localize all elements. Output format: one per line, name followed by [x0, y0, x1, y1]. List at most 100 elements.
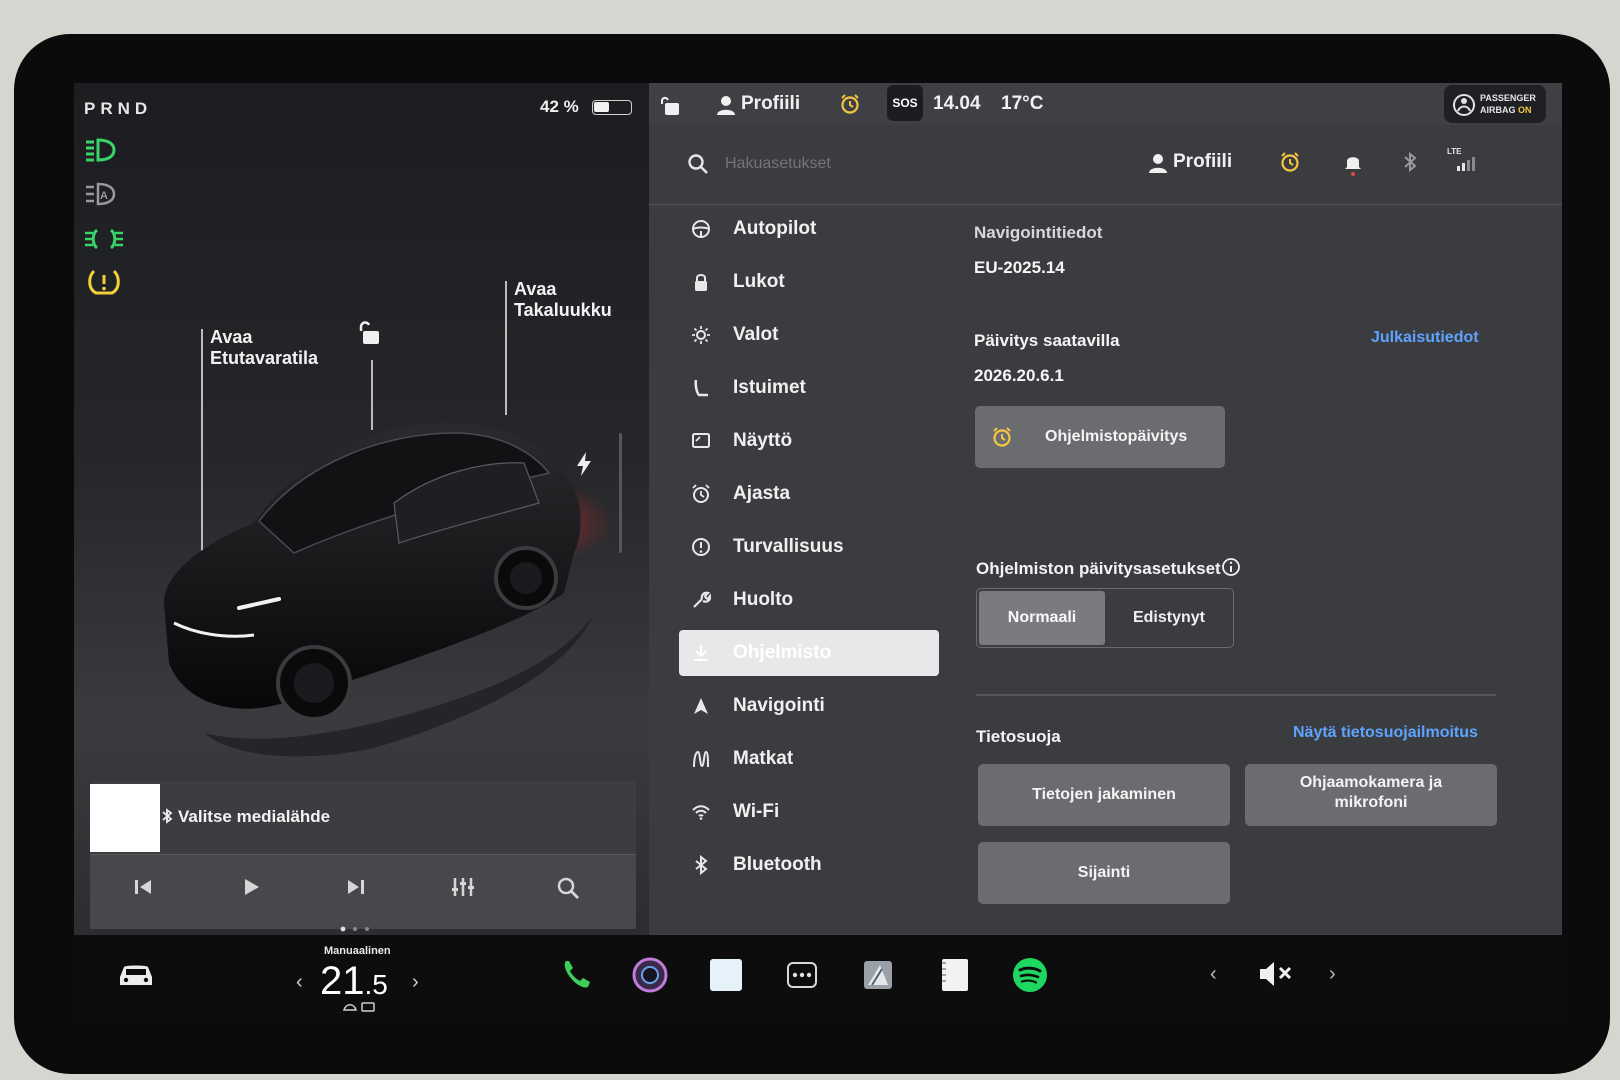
bluetooth-icon[interactable] — [1403, 151, 1417, 173]
wrench-icon — [691, 590, 711, 610]
wifi-icon — [691, 802, 711, 822]
software-update-button[interactable]: Ohjelmistopäivitys — [975, 406, 1225, 468]
climate-mode: Manuaalinen — [324, 945, 391, 957]
gear-indicator: PRND — [84, 99, 153, 118]
menu-item-locks[interactable]: Lukot — [679, 259, 939, 305]
volume-down-chevron-icon[interactable]: ‹ — [1210, 963, 1217, 986]
airbag-line1: PASSENGER — [1480, 93, 1536, 103]
menu-item-lights[interactable]: Valot — [679, 312, 939, 358]
menu-item-wifi[interactable]: Wi-Fi — [679, 789, 939, 835]
page-dots — [340, 926, 370, 932]
mute-icon[interactable] — [1256, 957, 1296, 997]
software-settings: Navigointitiedot EU-2025.14 Päivitys saa… — [949, 206, 1562, 935]
calendar-app-icon[interactable] — [934, 955, 974, 995]
alert-circle-icon — [691, 537, 711, 557]
profile-icon[interactable] — [1149, 153, 1167, 173]
seat-icon — [691, 378, 711, 398]
previous-track-icon[interactable] — [132, 876, 154, 898]
menu-item-service[interactable]: Huolto — [679, 577, 939, 623]
alarm-clock-icon[interactable] — [1279, 151, 1301, 173]
play-icon[interactable] — [240, 876, 262, 898]
media-player: Valitse medialähde — [90, 781, 636, 929]
search-icon[interactable] — [687, 153, 709, 175]
bluetooth-icon — [691, 855, 711, 875]
cabin-camera-button[interactable]: Ohjaamokamera ja mikrofoni — [1245, 764, 1497, 826]
menu-item-schedule[interactable]: Ajasta — [679, 471, 939, 517]
update-available-heading: Päivitys saatavilla — [974, 331, 1120, 350]
menu-item-bluetooth[interactable]: Bluetooth — [679, 842, 939, 888]
parking-lights-icon — [84, 226, 124, 252]
menu-item-display[interactable]: Näyttö — [679, 418, 939, 464]
car-icon[interactable] — [116, 961, 156, 1001]
menu-item-seats[interactable]: Istuimet — [679, 365, 939, 411]
menu-item-autopilot[interactable]: Autopilot — [679, 206, 939, 252]
topbar-profile[interactable]: Profiili — [741, 93, 800, 115]
sun-icon — [691, 325, 711, 345]
camera-app-icon[interactable] — [630, 955, 670, 995]
privacy-heading: Tietosuoja — [976, 727, 1061, 746]
option-normal[interactable]: Normaali — [979, 591, 1105, 645]
open-trunk-label[interactable]: Avaa Takaluukku — [514, 279, 612, 321]
airbag-line2: AIRBAG ON — [1480, 105, 1532, 115]
notification-bell-icon[interactable] — [1343, 151, 1363, 177]
media-controls — [90, 854, 636, 929]
svg-text:A: A — [100, 190, 108, 202]
profile-icon[interactable] — [717, 95, 735, 115]
info-icon[interactable] — [1221, 557, 1241, 577]
menu-item-trips[interactable]: Matkat — [679, 736, 939, 782]
menu-item-navigation[interactable]: Navigointi — [679, 683, 939, 729]
more-apps-icon[interactable] — [782, 955, 822, 995]
dashcam-app-icon[interactable] — [858, 955, 898, 995]
unlock-icon[interactable] — [356, 319, 384, 347]
menu-item-software[interactable]: Ohjelmisto — [679, 630, 939, 676]
divider — [976, 694, 1496, 696]
equalizer-icon[interactable] — [450, 876, 476, 898]
headlight-icon — [84, 137, 120, 163]
notes-app-icon[interactable] — [706, 955, 746, 995]
update-version: 2026.20.6.1 — [974, 366, 1064, 385]
media-source-button[interactable]: Valitse medialähde — [178, 807, 330, 827]
clock: 14.04 — [933, 93, 981, 114]
option-advanced[interactable]: Edistynyt — [1107, 591, 1231, 645]
auto-highbeam-icon: A — [84, 181, 120, 207]
tire-pressure-warning-icon — [88, 267, 120, 297]
release-notes-link[interactable]: Julkaisutiedot — [1371, 329, 1479, 347]
lock-icon — [691, 272, 711, 292]
car-model-image[interactable] — [144, 403, 624, 763]
passenger-airbag-indicator: PASSENGER AIRBAG ON — [1444, 85, 1546, 123]
alarm-clock-icon — [691, 484, 711, 504]
sos-button[interactable]: SOS — [887, 85, 923, 121]
download-icon — [691, 643, 711, 663]
media-search-icon[interactable] — [556, 876, 580, 900]
update-preferences-heading: Ohjelmiston päivitysasetukset — [976, 559, 1221, 578]
header-profile[interactable]: Profiili — [1173, 151, 1232, 173]
navigation-arrow-icon — [691, 696, 711, 716]
phone-icon[interactable] — [556, 955, 596, 995]
nav-data-heading: Navigointitiedot — [974, 223, 1103, 242]
privacy-notice-link[interactable]: Näytä tietosuojailmoitus — [1293, 724, 1478, 742]
cabin-temperature[interactable]: 21.5 — [320, 959, 388, 1004]
signal-strength-icon — [1455, 155, 1477, 171]
menu-item-safety[interactable]: Turvallisuus — [679, 524, 939, 570]
temp-up-chevron-icon[interactable]: › — [412, 971, 419, 994]
data-sharing-button[interactable]: Tietojen jakaminen — [978, 764, 1230, 826]
next-track-icon[interactable] — [345, 876, 367, 898]
nav-data-version: EU-2025.14 — [974, 258, 1065, 277]
defrost-icon[interactable] — [342, 1001, 376, 1013]
settings-search-input[interactable] — [725, 149, 1025, 179]
touchscreen: PRND 42 % A Avaa Etutavaratila Avaa Taka… — [74, 83, 1562, 1018]
spotify-icon[interactable] — [1010, 955, 1050, 995]
battery-icon — [592, 100, 632, 115]
alarm-clock-icon[interactable] — [839, 93, 861, 115]
open-frunk-label[interactable]: Avaa Etutavaratila — [210, 327, 318, 369]
temp-down-chevron-icon[interactable]: ‹ — [296, 971, 303, 994]
settings-header: Profiili LTE — [649, 125, 1562, 205]
vehicle-panel: PRND 42 % A Avaa Etutavaratila Avaa Taka… — [74, 83, 649, 935]
alarm-clock-icon — [991, 426, 1013, 448]
phone-key-icon[interactable] — [659, 95, 681, 117]
album-art — [90, 784, 160, 852]
settings-panel: Profiili SOS 14.04 17°C PASSENGER AIRBAG… — [649, 83, 1562, 935]
location-button[interactable]: Sijainti — [978, 842, 1230, 904]
volume-up-chevron-icon[interactable]: › — [1329, 963, 1336, 986]
trips-icon — [691, 749, 711, 769]
